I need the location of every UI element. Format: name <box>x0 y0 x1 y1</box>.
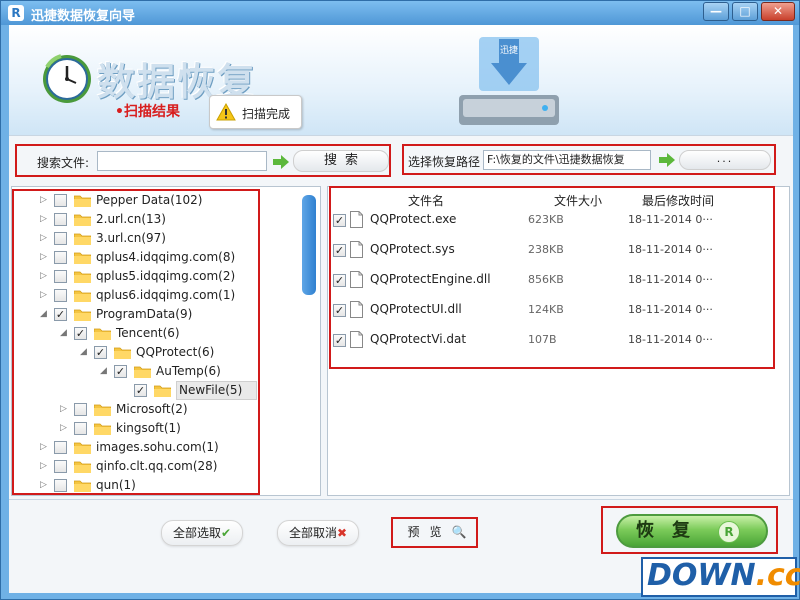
deselect-all-label: 全部取消 <box>288 526 337 540</box>
scan-result-label: •扫描结果 <box>115 104 180 120</box>
watermark-suffix: .cc <box>755 558 800 593</box>
deselect-all-button[interactable]: 全部取消✖ <box>277 520 359 546</box>
search-highlight-box: 搜索文件: 搜索 <box>15 144 391 177</box>
watermark-logo: DOWN.cc <box>641 557 800 597</box>
content-area: 搜索文件: 搜索 选择恢复路径 F:\恢复的文件\迅捷数据恢复 ... ▷ Pep… <box>9 135 793 499</box>
cross-icon: ✖ <box>336 526 348 540</box>
title-bar[interactable]: R 迅捷数据恢复向导 — □ ✕ <box>1 1 799 25</box>
arrow-right-icon <box>273 155 289 169</box>
restore-path-input[interactable]: F:\恢复的文件\迅捷数据恢复 <box>483 150 651 170</box>
browse-button[interactable]: ... <box>679 150 771 170</box>
recover-highlight-box <box>601 506 778 554</box>
maximize-button[interactable]: □ <box>732 2 758 21</box>
warning-icon <box>216 103 236 121</box>
scan-status-bubble: 扫描完成 <box>209 95 302 129</box>
tree-highlight-box <box>12 189 260 495</box>
window-title: 迅捷数据恢复向导 <box>31 9 136 24</box>
hard-drive-icon: 迅捷 <box>459 37 559 125</box>
preview-highlight-box <box>391 517 478 548</box>
restore-path-label: 选择恢复路径 <box>408 155 481 169</box>
clock-icon <box>43 54 91 103</box>
select-all-label: 全部选取 <box>172 526 221 540</box>
arrow-right-icon <box>659 153 675 167</box>
search-label: 搜索文件: <box>37 156 90 170</box>
minimize-button[interactable]: — <box>703 2 729 21</box>
check-icon: ✔ <box>220 526 232 540</box>
app-window: R 迅捷数据恢复向导 — □ ✕ 数据恢复 •扫描结果 扫描完成 迅捷 搜索文件… <box>0 0 800 600</box>
search-input[interactable] <box>97 151 267 171</box>
file-list-highlight-box <box>329 186 775 369</box>
select-all-button[interactable]: 全部选取✔ <box>161 520 243 546</box>
drive-label: 迅捷 <box>500 44 518 56</box>
watermark-main: DOWN <box>647 558 756 593</box>
restore-path-highlight-box: 选择恢复路径 F:\恢复的文件\迅捷数据恢复 ... <box>402 144 776 175</box>
tree-scrollbar[interactable] <box>302 195 316 295</box>
app-logo-icon: R <box>8 5 24 21</box>
header-banner: 数据恢复 •扫描结果 扫描完成 迅捷 <box>9 25 793 135</box>
close-button[interactable]: ✕ <box>761 2 795 21</box>
search-button[interactable]: 搜索 <box>293 150 389 172</box>
scan-status-text: 扫描完成 <box>242 107 291 121</box>
